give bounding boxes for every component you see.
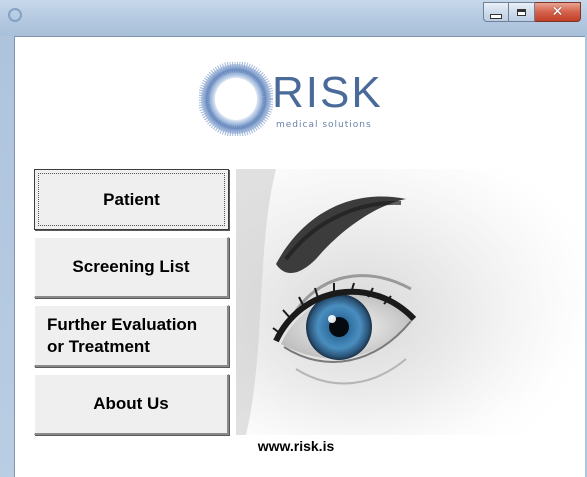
title-bar[interactable]: ✕ xyxy=(0,0,587,36)
app-icon[interactable] xyxy=(8,8,22,22)
eye-image xyxy=(236,169,585,435)
logo-tagline: medical solutions xyxy=(276,120,372,130)
logo-wordmark: RISK xyxy=(272,68,383,117)
logo-ring-icon xyxy=(199,62,273,136)
maximize-icon xyxy=(517,8,526,16)
about-us-button[interactable]: About Us xyxy=(34,374,229,435)
risk-logo: RISK medical solutions xyxy=(199,62,399,136)
app-window: ✕ RISK medical solutions Patient Screeni… xyxy=(0,0,587,477)
window-frame-left xyxy=(0,36,14,477)
close-button[interactable]: ✕ xyxy=(535,2,581,22)
maximize-button[interactable] xyxy=(509,2,535,22)
screening-list-button[interactable]: Screening List xyxy=(34,237,229,298)
eye-photo xyxy=(236,169,585,435)
minimize-button[interactable] xyxy=(483,2,509,22)
close-icon: ✕ xyxy=(551,4,564,20)
patient-button[interactable]: Patient xyxy=(34,169,229,230)
window-controls: ✕ xyxy=(483,2,581,22)
website-link[interactable]: www.risk.is xyxy=(236,438,356,454)
minimize-icon xyxy=(490,13,502,19)
further-evaluation-button[interactable]: Further Evaluation or Treatment xyxy=(34,305,229,367)
